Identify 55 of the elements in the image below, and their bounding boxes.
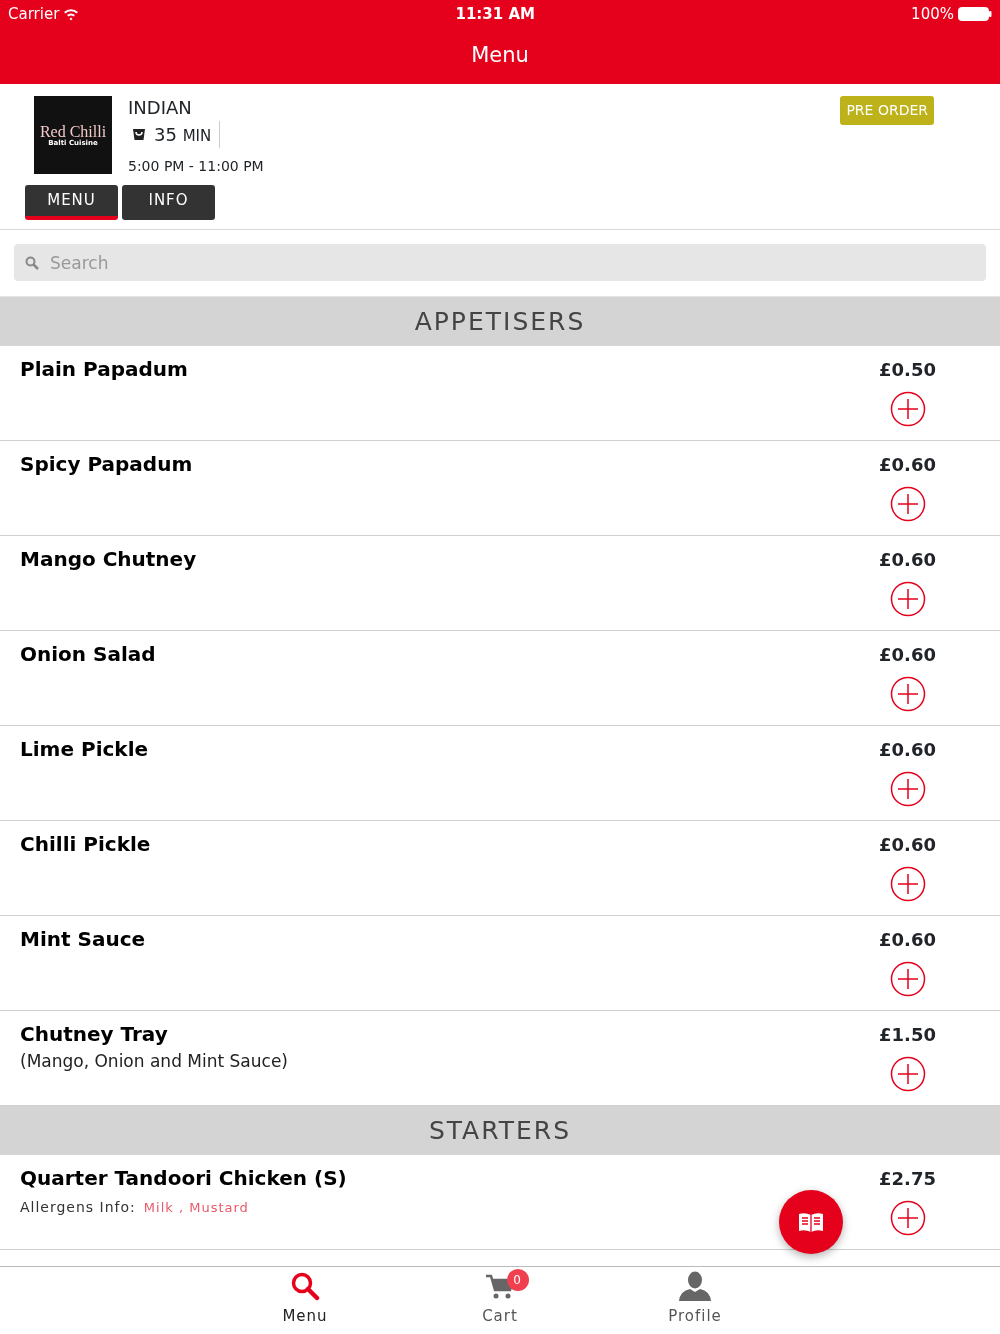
battery-icon — [958, 7, 992, 21]
menu-book-button[interactable] — [779, 1190, 843, 1254]
section-heading: APPETISERS — [414, 305, 586, 338]
item-name: Chutney Tray — [20, 1021, 169, 1048]
wifi-icon — [63, 8, 80, 20]
item-price: £1.50 — [879, 1023, 936, 1047]
add-button[interactable] — [889, 581, 926, 617]
item-price: £2.75 — [879, 1167, 936, 1191]
clock-time: 11:31 AM — [455, 3, 535, 25]
person-icon — [678, 1271, 712, 1301]
tab-bar-item[interactable]: Menu — [207, 1267, 403, 1334]
item-name: Quarter Tandoori Chicken (S) — [20, 1165, 347, 1192]
allergens-list: Milk , Mustard — [143, 1198, 249, 1218]
add-button[interactable] — [889, 486, 926, 522]
add-button[interactable] — [889, 676, 926, 712]
item-price: £0.60 — [879, 643, 936, 667]
item-price: £0.60 — [879, 548, 936, 572]
cart-count-badge: 0 — [506, 1269, 529, 1291]
item-name: Chilli Pickle — [20, 831, 151, 858]
tab-bar-item[interactable]: Cart 0 — [402, 1267, 598, 1334]
search-icon — [24, 255, 40, 271]
add-button[interactable] — [889, 1056, 926, 1092]
item-name: Lime Pickle — [20, 736, 149, 763]
item-price: £0.60 — [879, 453, 936, 477]
item-name: Plain Papadum — [20, 356, 188, 383]
opening-hours: 5:00 PM - 11:00 PM — [128, 157, 264, 176]
tab-bar-item[interactable]: Profile — [597, 1267, 793, 1334]
search-icon — [290, 1271, 320, 1301]
item-price: £0.60 — [879, 738, 936, 762]
carrier-label: Carrier — [8, 3, 60, 25]
screen-title: Menu — [471, 42, 529, 70]
allergens-label: Allergens Info: — [20, 1198, 136, 1217]
search-field[interactable]: Search — [14, 244, 986, 281]
item-name: Mango Chutney — [20, 546, 197, 573]
bag-icon — [132, 127, 146, 141]
item-price: £0.60 — [879, 833, 936, 857]
item-description: (Mango, Onion and Mint Sauce) — [20, 1050, 288, 1073]
item-name: Onion Salad — [20, 641, 156, 668]
tab[interactable]: INFO — [122, 185, 215, 220]
tab[interactable]: MENU — [25, 185, 118, 220]
add-button[interactable] — [889, 866, 926, 902]
item-name: Mint Sauce — [20, 926, 146, 953]
item-name: Spicy Papadum — [20, 451, 193, 478]
section-heading: STARTERS — [428, 1114, 572, 1147]
add-button[interactable] — [889, 1200, 926, 1236]
delivery-time: 35 MIN — [154, 120, 221, 148]
pre-order-badge: PRE ORDER — [840, 96, 934, 125]
add-button[interactable] — [889, 391, 926, 427]
battery-percent: 100% — [911, 3, 954, 25]
cuisine-label: INDIAN — [128, 96, 193, 120]
add-button[interactable] — [889, 771, 926, 807]
add-button[interactable] — [889, 961, 926, 997]
item-price: £0.50 — [879, 358, 936, 382]
item-price: £0.60 — [879, 928, 936, 952]
book-icon — [798, 1211, 824, 1233]
